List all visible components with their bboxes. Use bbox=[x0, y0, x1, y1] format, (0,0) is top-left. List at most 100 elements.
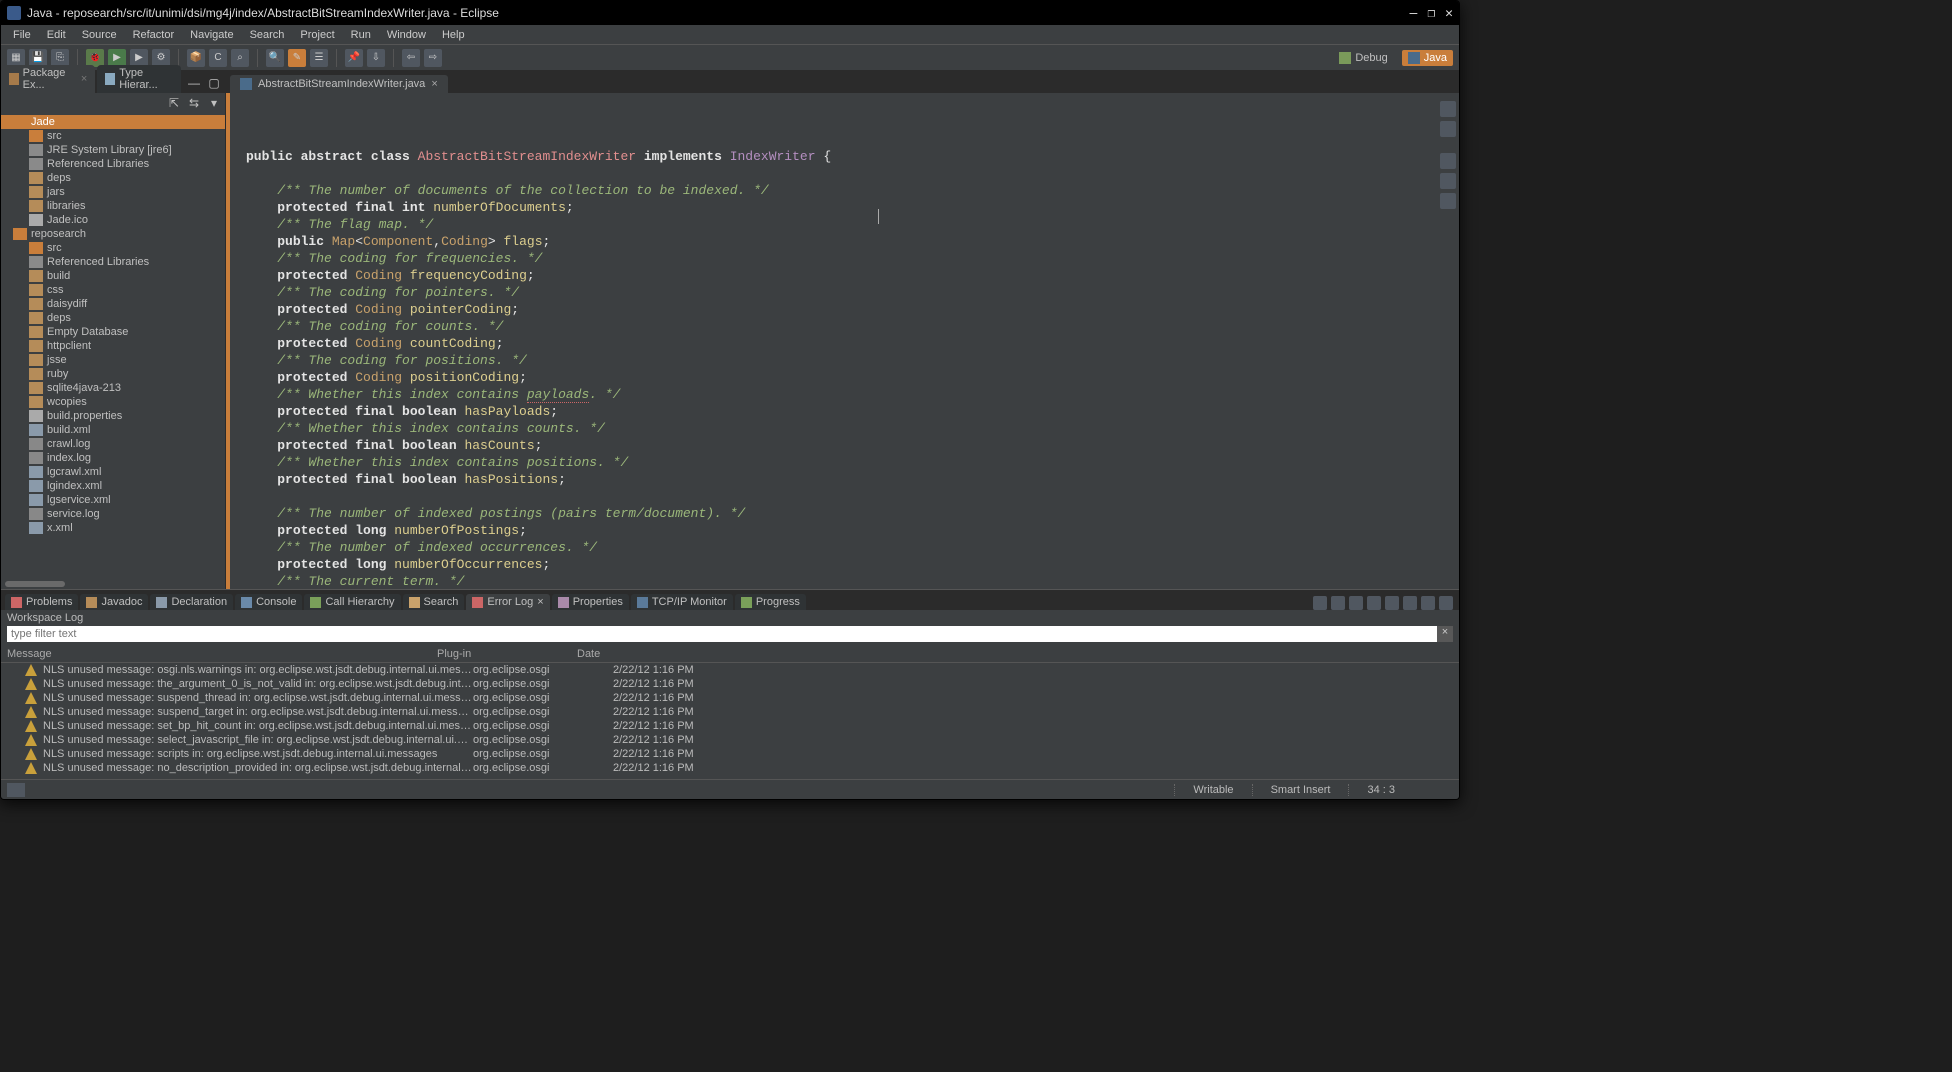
tree-node[interactable]: Referenced Libraries bbox=[1, 255, 225, 269]
tree-node[interactable]: reposearch bbox=[1, 227, 225, 241]
maximize-button[interactable]: ❐ bbox=[1427, 6, 1435, 21]
tree-node[interactable]: lgindex.xml bbox=[1, 479, 225, 493]
link-editor-button[interactable]: ⇆ bbox=[187, 96, 201, 110]
tree-node[interactable]: Empty Database bbox=[1, 325, 225, 339]
open-type-button[interactable]: ⌕ bbox=[231, 49, 249, 67]
tree-node[interactable]: JRE System Library [jre6] bbox=[1, 143, 225, 157]
perspective-debug[interactable]: Debug bbox=[1333, 50, 1393, 66]
package-explorer-tab[interactable]: Package Ex... × bbox=[1, 65, 95, 93]
project-tree[interactable]: JadesrcJRE System Library [jre6]Referenc… bbox=[1, 113, 225, 579]
minimize-button[interactable]: — bbox=[1410, 6, 1418, 21]
tab-problems[interactable]: Problems bbox=[5, 594, 78, 610]
next-button[interactable]: ⇩ bbox=[367, 49, 385, 67]
overview-ruler-top[interactable] bbox=[1440, 153, 1456, 169]
collapse-all-button[interactable]: ⇱ bbox=[167, 96, 181, 110]
tree-node[interactable]: css bbox=[1, 283, 225, 297]
log-row[interactable]: NLS unused message: osgi.nls.warnings in… bbox=[1, 663, 1459, 677]
tree-node[interactable]: build bbox=[1, 269, 225, 283]
pin-button[interactable]: 📌 bbox=[345, 49, 363, 67]
tab-javadoc[interactable]: Javadoc bbox=[80, 594, 148, 610]
menu-run[interactable]: Run bbox=[343, 27, 379, 43]
status-icon[interactable] bbox=[7, 783, 25, 797]
delete-button[interactable] bbox=[1367, 596, 1381, 610]
tree-node[interactable]: Jade bbox=[1, 115, 225, 129]
tree-node[interactable]: httpclient bbox=[1, 339, 225, 353]
tree-node[interactable]: deps bbox=[1, 171, 225, 185]
tree-node[interactable]: Jade.ico bbox=[1, 213, 225, 227]
code-editor[interactable]: public abstract class AbstractBitStreamI… bbox=[238, 93, 1437, 589]
tree-node[interactable]: x.xml bbox=[1, 521, 225, 535]
tab-declaration[interactable]: Declaration bbox=[150, 594, 233, 610]
tree-scrollbar[interactable] bbox=[1, 579, 225, 589]
max-button[interactable] bbox=[1439, 596, 1453, 610]
type-hierarchy-tab[interactable]: Type Hierar... bbox=[97, 65, 181, 93]
close-button[interactable]: ✕ bbox=[1445, 6, 1453, 21]
overview-ruler-bot[interactable] bbox=[1440, 193, 1456, 209]
close-icon[interactable]: × bbox=[81, 73, 87, 85]
tree-node[interactable]: sqlite4java-213 bbox=[1, 381, 225, 395]
tree-node[interactable]: libraries bbox=[1, 199, 225, 213]
save-all-button[interactable]: ⎘ bbox=[51, 49, 69, 67]
new-package-button[interactable]: 📦 bbox=[187, 49, 205, 67]
toggle-mark-button[interactable]: ✎ bbox=[288, 49, 306, 67]
tree-node[interactable]: src bbox=[1, 129, 225, 143]
menu-source[interactable]: Source bbox=[74, 27, 125, 43]
restore-button[interactable] bbox=[1403, 596, 1417, 610]
filter-input[interactable] bbox=[7, 626, 1437, 642]
log-body[interactable]: NLS unused message: osgi.nls.warnings in… bbox=[1, 663, 1459, 779]
log-row[interactable]: NLS unused message: set_bp_hit_count in:… bbox=[1, 719, 1459, 733]
tree-node[interactable]: build.xml bbox=[1, 423, 225, 437]
tree-node[interactable]: jars bbox=[1, 185, 225, 199]
menu-search[interactable]: Search bbox=[242, 27, 293, 43]
tree-node[interactable]: deps bbox=[1, 311, 225, 325]
column-message[interactable]: Message bbox=[7, 648, 437, 660]
clear-filter-button[interactable]: × bbox=[1437, 626, 1453, 642]
menu-project[interactable]: Project bbox=[292, 27, 342, 43]
external-tools-button[interactable]: ⚙ bbox=[152, 49, 170, 67]
tab-console[interactable]: Console bbox=[235, 594, 302, 610]
run-last-button[interactable]: ▶ bbox=[130, 49, 148, 67]
back-button[interactable]: ⇦ bbox=[402, 49, 420, 67]
new-button[interactable]: ▦ bbox=[7, 49, 25, 67]
tree-node[interactable]: wcopies bbox=[1, 395, 225, 409]
editor-tab[interactable]: AbstractBitStreamIndexWriter.java × bbox=[230, 75, 448, 93]
close-icon[interactable]: × bbox=[431, 78, 437, 90]
tree-node[interactable]: ruby bbox=[1, 367, 225, 381]
run-button[interactable]: ▶ bbox=[108, 49, 126, 67]
tab-call-hierarchy[interactable]: Call Hierarchy bbox=[304, 594, 400, 610]
debug-button[interactable]: 🐞 bbox=[86, 49, 104, 67]
tab-progress[interactable]: Progress bbox=[735, 594, 806, 610]
search-button[interactable]: 🔍 bbox=[266, 49, 284, 67]
column-date[interactable]: Date bbox=[577, 648, 697, 660]
save-button[interactable]: 💾 bbox=[29, 49, 47, 67]
minimize-view-button[interactable]: — bbox=[187, 76, 201, 90]
view-menu-button[interactable]: ▾ bbox=[207, 96, 221, 110]
menu-window[interactable]: Window bbox=[379, 27, 434, 43]
tab-search[interactable]: Search bbox=[403, 594, 465, 610]
clear-button[interactable] bbox=[1349, 596, 1363, 610]
menu-refactor[interactable]: Refactor bbox=[125, 27, 183, 43]
tree-node[interactable]: lgcrawl.xml bbox=[1, 465, 225, 479]
menu-edit[interactable]: Edit bbox=[39, 27, 74, 43]
tree-node[interactable]: crawl.log bbox=[1, 437, 225, 451]
new-class-button[interactable]: C bbox=[209, 49, 227, 67]
menu-file[interactable]: File bbox=[5, 27, 39, 43]
menu-navigate[interactable]: Navigate bbox=[182, 27, 241, 43]
tree-node[interactable]: Referenced Libraries bbox=[1, 157, 225, 171]
open-button[interactable] bbox=[1385, 596, 1399, 610]
tree-node[interactable]: service.log bbox=[1, 507, 225, 521]
log-row[interactable]: NLS unused message: select_javascript_fi… bbox=[1, 733, 1459, 747]
tree-node[interactable]: daisydiff bbox=[1, 297, 225, 311]
tree-node[interactable]: index.log bbox=[1, 451, 225, 465]
tab-properties[interactable]: Properties bbox=[552, 594, 629, 610]
log-row[interactable]: NLS unused message: suspend_thread in: o… bbox=[1, 691, 1459, 705]
forward-button[interactable]: ⇨ bbox=[424, 49, 442, 67]
perspective-java[interactable]: Java bbox=[1402, 50, 1453, 66]
tab-error-log[interactable]: Error Log × bbox=[466, 594, 549, 610]
tree-node[interactable]: jsse bbox=[1, 353, 225, 367]
toggle-breadcrumb-button[interactable] bbox=[1440, 101, 1456, 117]
toggle-outline-button[interactable] bbox=[1440, 121, 1456, 137]
log-row[interactable]: NLS unused message: scripts in: org.ecli… bbox=[1, 747, 1459, 761]
overview-ruler-mid[interactable] bbox=[1440, 173, 1456, 189]
export-button[interactable] bbox=[1313, 596, 1327, 610]
